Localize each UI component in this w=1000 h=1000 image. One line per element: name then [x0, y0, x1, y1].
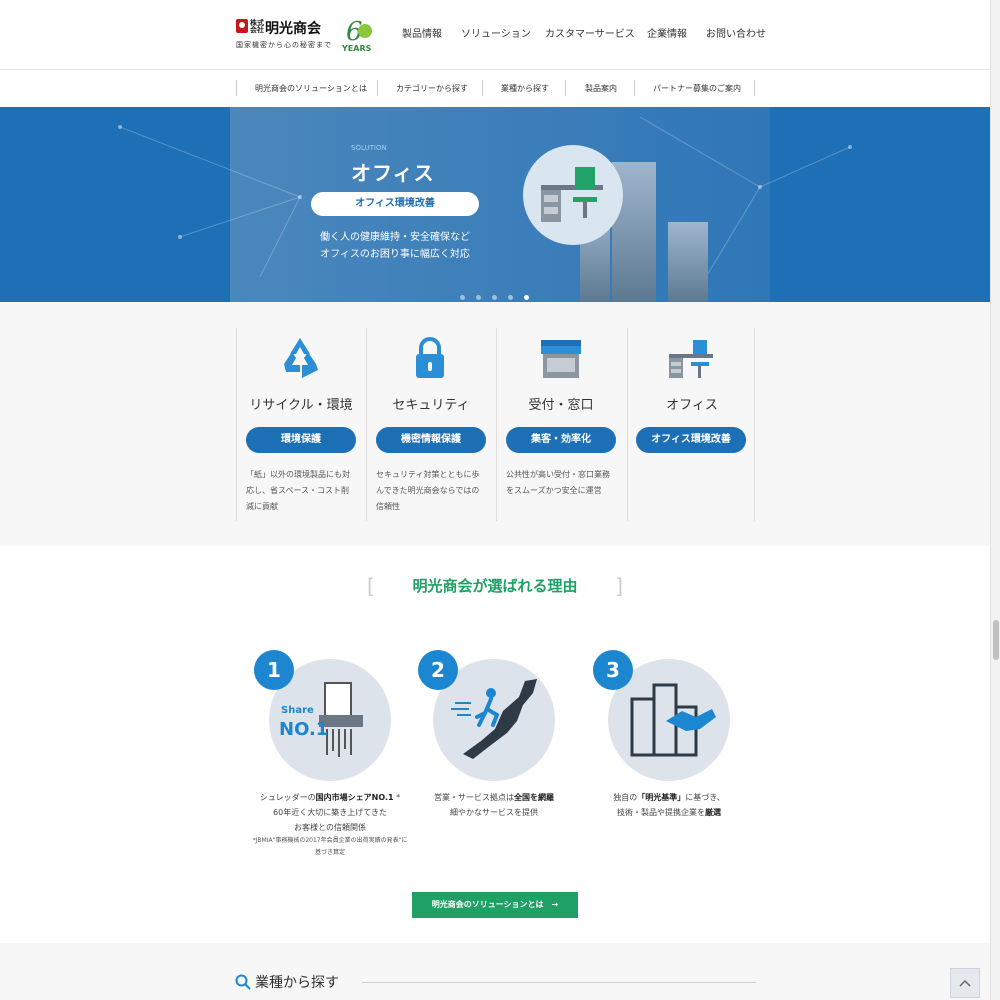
reason-3-line1-pre: 独自の — [613, 793, 638, 802]
subnav-by-industry[interactable]: 業種から探す — [501, 83, 549, 94]
environment-protection-button[interactable]: 環境保護 — [246, 427, 356, 453]
years-label: YEARS — [341, 44, 372, 53]
reason-1-line1-bold: 国内市場シェアNO.1 — [315, 793, 394, 802]
recycle-icon — [284, 338, 318, 378]
industry-heading: 業種から探す — [255, 975, 339, 991]
reason-1-note-line2: 基づき算定 — [314, 849, 345, 856]
desk-icon — [541, 167, 603, 222]
subnav-partner[interactable]: パートナー募集のご案内 — [653, 83, 741, 94]
office-improvement-button[interactable]: オフィス環境改善 — [636, 427, 746, 453]
reason-number-1: 1 — [254, 650, 294, 690]
category-divider — [496, 328, 497, 521]
reason-number-3: 3 — [593, 650, 633, 690]
slider-dots — [460, 285, 540, 302]
desk-icon — [669, 340, 713, 378]
reason-2-line2: 細やかなサービスを提供 — [450, 808, 538, 817]
subnav-divider — [236, 80, 237, 96]
search-icon — [235, 974, 251, 990]
nav-contact[interactable]: お問い合わせ — [706, 25, 766, 40]
reason-2-line1-pre: 営業・サービス拠点は — [434, 793, 514, 802]
subnav-by-category[interactable]: カテゴリーから探す — [396, 83, 468, 94]
subnav-divider — [754, 80, 755, 96]
subnav-divider — [377, 80, 378, 96]
subnav-divider — [565, 80, 566, 96]
hero-network-lines — [118, 116, 852, 288]
category-title-office: オフィス — [666, 398, 718, 413]
category-divider — [366, 328, 367, 521]
scrollbar-thumb[interactable] — [993, 620, 999, 660]
reason-3-line1-bold: 「明光基準」 — [637, 793, 686, 802]
category-divider — [627, 328, 628, 521]
slider-dot-2[interactable] — [476, 295, 481, 300]
hero-small-label: SOLUTION — [351, 144, 387, 152]
category-desc-reception: 公共性が高い受付・窓口業務をスムーズかつ安全に運営 — [506, 470, 610, 495]
reasons-title: 明光商会が選ばれる理由 — [412, 577, 578, 595]
hero-description-line-1: 働く人の健康維持・安全確保など — [320, 232, 470, 243]
reason-2-text: 営業・サービス拠点は全国を網羅 細やかなサービスを提供 — [404, 790, 584, 820]
reason-number-2: 2 — [418, 650, 458, 690]
logo-main-text: 明光商会 — [265, 21, 321, 37]
building-image — [668, 222, 708, 302]
shop-icon — [541, 340, 581, 378]
logo-mark-icon — [236, 19, 248, 33]
category-title-security: セキュリティ — [392, 398, 470, 413]
site-logo[interactable]: 株式会社 明光商会 国家機密から心の秘密まで — [236, 18, 356, 58]
category-divider — [754, 328, 755, 521]
subnav-divider — [482, 80, 483, 96]
share-label: Share — [281, 705, 314, 716]
slider-dot-5[interactable] — [524, 295, 529, 300]
reason-1-line3: お客様との信頼関係 — [294, 823, 366, 832]
reasons-heading: [ 明光商会が選ばれる理由 ] — [367, 574, 623, 598]
nav-products[interactable]: 製品情報 — [402, 25, 442, 40]
nav-company[interactable]: 企業情報 — [647, 25, 687, 40]
subnav-divider — [634, 80, 635, 96]
reason-3-line2-pre: 技術・製品や提携企業を — [617, 808, 705, 817]
site-header: 株式会社 明光商会 国家機密から心の秘密まで 6 YEARS 製品情報 ソリュー… — [0, 0, 990, 70]
reason-3-text: 独自の「明光基準」に基づき、 技術・製品や提携企業を厳選 — [579, 790, 759, 820]
lock-icon — [416, 337, 444, 378]
page-scrollbar[interactable] — [990, 0, 1000, 1000]
reason-1-note-line1: *JBMIA"事務機械の2017年会員企業の出荷実績の発表"に — [252, 837, 408, 844]
solution-about-button[interactable]: 明光商会のソリューションとは → — [412, 892, 578, 918]
no1-label: NO.1 — [279, 719, 328, 740]
industry-section: 業種から探す — [0, 943, 990, 1000]
subnav-solution-about[interactable]: 明光商会のソリューションとは — [255, 83, 367, 94]
category-section: リサイクル・環境 環境保護 「紙」以外の環境製品にも対応し、省スペース・コスト削… — [0, 302, 990, 546]
subnav-products[interactable]: 製品案内 — [585, 83, 617, 94]
category-desc-recycle: 「紙」以外の環境製品にも対応し、省スペース・コスト削減に貢献 — [246, 470, 350, 511]
reason-3-line1-post: に基づき、 — [685, 793, 725, 802]
logo-tagline: 国家機密から心の秘密まで — [236, 41, 332, 49]
hero-desk-circle — [523, 145, 623, 245]
bracket-left-icon: [ — [367, 574, 375, 598]
60-years-icon: 6 YEARS — [341, 17, 372, 53]
reason-1-text: シュレッダーの国内市場シェアNO.1 * 60年近く大切に築き上げてきた お客様… — [240, 790, 420, 835]
hero-title: オフィス — [351, 161, 435, 185]
hero-slider[interactable]: SOLUTION オフィス オフィス環境改善 働く人の健康維持・安全確保など オ… — [0, 107, 990, 302]
slider-dot-1[interactable] — [460, 295, 465, 300]
slider-dot-4[interactable] — [508, 295, 513, 300]
confidential-info-button[interactable]: 機密情報保護 — [376, 427, 486, 453]
logo-small-text: 株式会社 — [250, 19, 264, 34]
reason-3-line2-bold: 厳選 — [705, 808, 721, 817]
sub-navigation: 明光商会のソリューションとは カテゴリーから探す 業種から探す 製品案内 パート… — [0, 71, 990, 107]
hero-office-improvement-button[interactable]: オフィス環境改善 — [311, 192, 479, 216]
reason-1-line1-post: * — [393, 793, 401, 802]
nav-customer-service[interactable]: カスタマーサービス — [545, 25, 635, 40]
category-title-reception: 受付・窓口 — [528, 398, 594, 413]
customer-efficiency-button[interactable]: 集客・効率化 — [506, 427, 616, 453]
reason-1-footnote: *JBMIA"事務機械の2017年会員企業の出荷実績の発表"に 基づき算定 — [240, 835, 420, 859]
scroll-to-top-button[interactable] — [950, 968, 980, 998]
chevron-up-icon — [959, 979, 971, 987]
nav-solutions[interactable]: ソリューション — [461, 25, 531, 40]
category-desc-security: セキュリティ対策とともに歩んできた明光商会ならではの信頼性 — [376, 470, 480, 511]
category-title-recycle: リサイクル・環境 — [249, 398, 353, 413]
slider-dot-3[interactable] — [492, 295, 497, 300]
reason-1-line2: 60年近く大切に築き上げてきた — [273, 808, 387, 817]
reason-1-line1-pre: シュレッダーの — [259, 793, 316, 802]
hero-description-line-2: オフィスのお困り事に幅広く対応 — [320, 249, 470, 260]
category-divider — [236, 328, 237, 521]
bracket-right-icon: ] — [615, 574, 623, 598]
reason-2-line1-bold: 全国を網羅 — [514, 793, 554, 802]
industry-divider — [362, 982, 756, 983]
